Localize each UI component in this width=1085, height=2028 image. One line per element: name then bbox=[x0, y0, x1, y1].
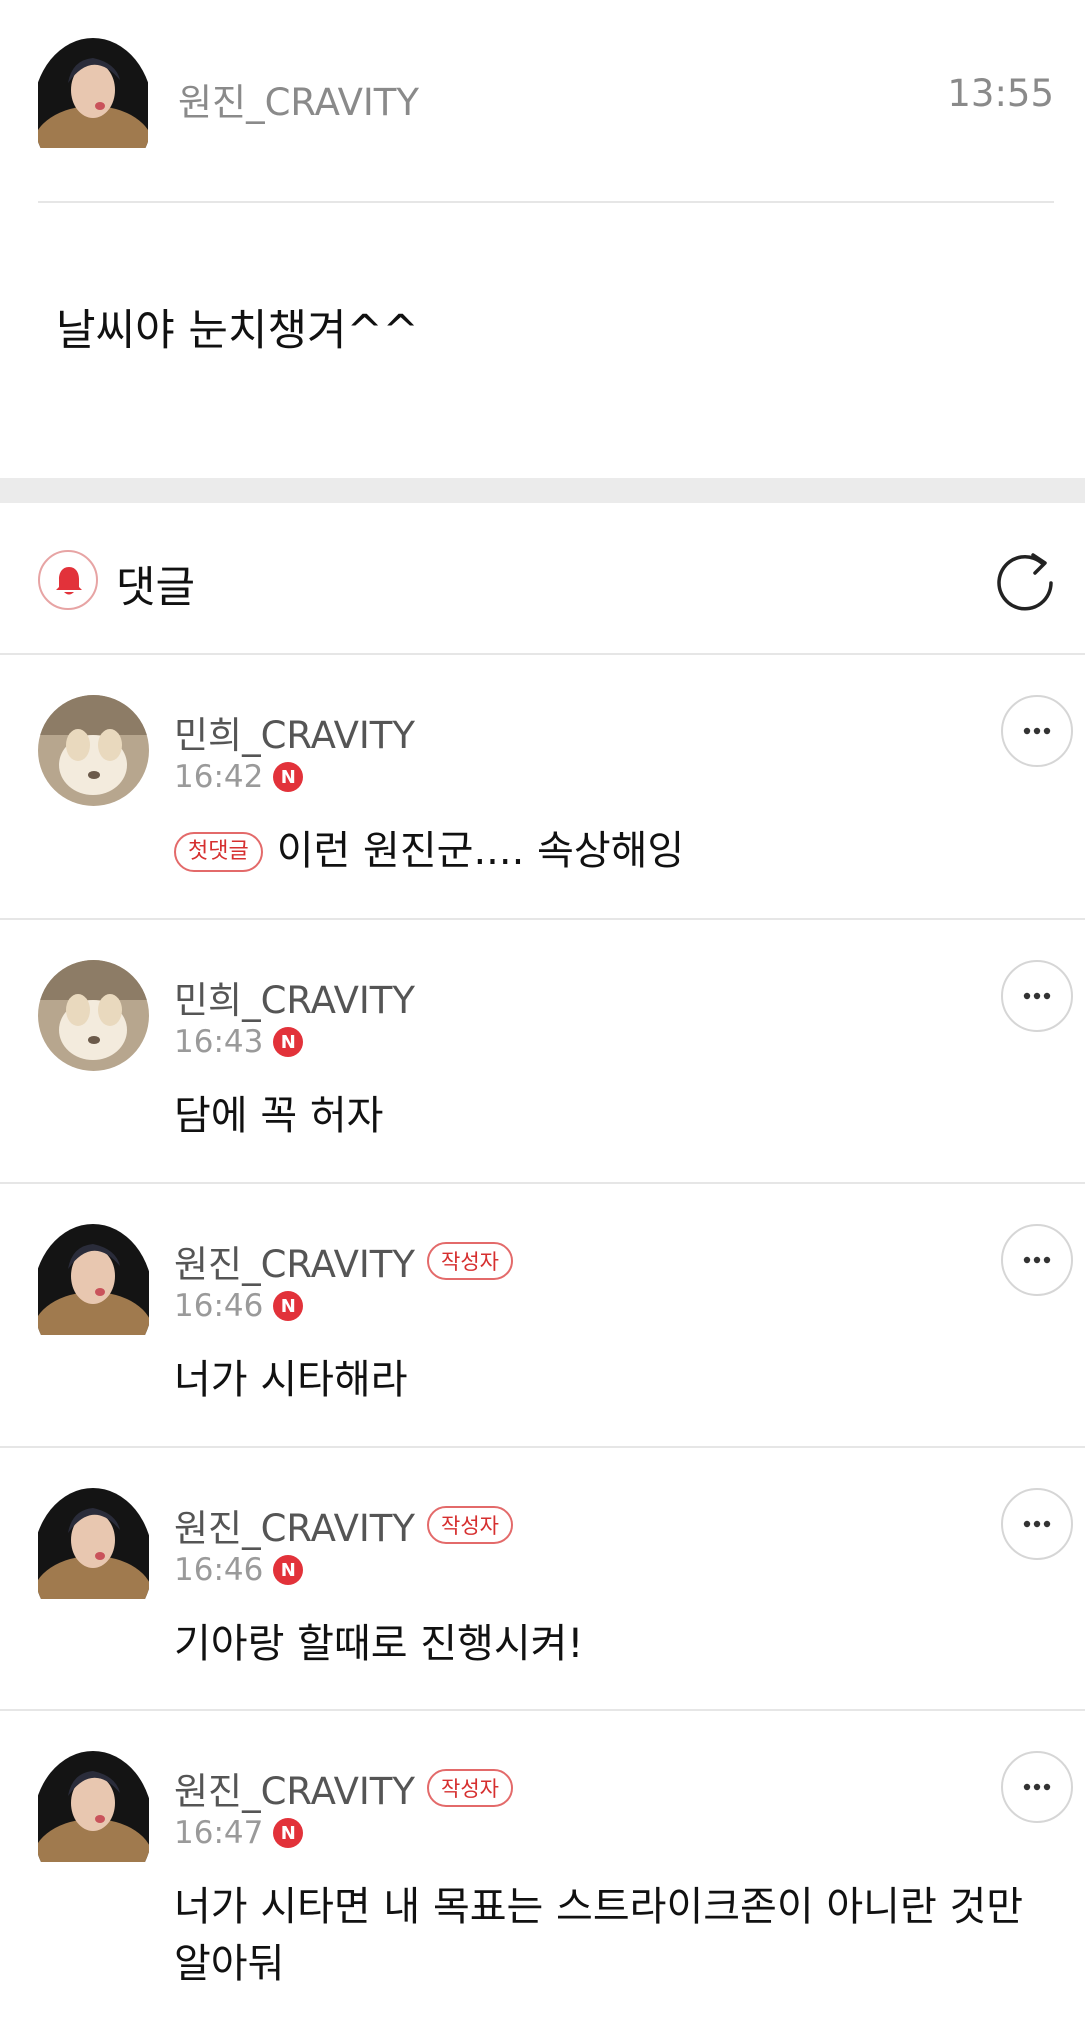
commenter-name[interactable]: 원진_CRAVITY bbox=[174, 1234, 415, 1288]
commenter-name[interactable]: 민희_CRAVITY bbox=[174, 970, 415, 1024]
comment-text: 이런 원진군.... 속상해잉 bbox=[276, 828, 685, 874]
refresh-icon[interactable] bbox=[995, 549, 1057, 611]
new-badge: N bbox=[273, 1818, 304, 1848]
author-badge: 작성자 bbox=[427, 1769, 513, 1807]
new-badge: N bbox=[273, 1291, 304, 1321]
comment-item: 원진_CRAVITY 작성자 16:46 N 너가 시타해라 bbox=[0, 1184, 1085, 1448]
commenter-avatar[interactable] bbox=[38, 960, 149, 1071]
comment-item: 민희_CRAVITY 16:42 N 첫댓글 이런 원진군.... 속상해잉 bbox=[0, 655, 1085, 920]
comment-text: 담에 꼭 허자 bbox=[174, 1093, 384, 1139]
section-divider bbox=[0, 478, 1085, 503]
bell-icon[interactable] bbox=[38, 550, 98, 610]
comment-text: 너가 시타해라 bbox=[174, 1357, 408, 1403]
commenter-avatar[interactable] bbox=[38, 695, 149, 806]
more-icon bbox=[1023, 1256, 1051, 1264]
more-options-button[interactable] bbox=[1001, 1224, 1073, 1296]
author-badge: 작성자 bbox=[427, 1242, 513, 1280]
comment-time: 16:47 bbox=[174, 1815, 264, 1851]
post-body-text: 날씨야 눈치챙겨^^ bbox=[56, 306, 419, 356]
more-icon bbox=[1023, 1783, 1051, 1791]
comment-item: 민희_CRAVITY 16:43 N 담에 꼭 허자 bbox=[0, 920, 1085, 1184]
post-author-name[interactable]: 원진_CRAVITY bbox=[178, 72, 419, 126]
comment-time: 16:46 bbox=[174, 1552, 264, 1588]
more-icon bbox=[1023, 992, 1051, 1000]
comment-text: 기아랑 할때로 진행시켜! bbox=[174, 1621, 584, 1667]
comment-item: 원진_CRAVITY 작성자 16:46 N 기아랑 할때로 진행시켜! bbox=[0, 1448, 1085, 1711]
comment-item: 원진_CRAVITY 작성자 16:47 N 너가 시타면 내 목표는 스트라이… bbox=[0, 1711, 1085, 2028]
commenter-avatar[interactable] bbox=[38, 1751, 149, 1862]
commenter-name[interactable]: 민희_CRAVITY bbox=[174, 705, 415, 759]
more-icon bbox=[1023, 1520, 1051, 1528]
comment-time: 16:46 bbox=[174, 1288, 264, 1324]
more-options-button[interactable] bbox=[1001, 1488, 1073, 1560]
comment-time: 16:42 bbox=[174, 759, 264, 795]
post-header: 원진_CRAVITY 13:55 bbox=[38, 38, 1054, 202]
commenter-name[interactable]: 원진_CRAVITY bbox=[174, 1498, 415, 1552]
commenter-avatar[interactable] bbox=[38, 1224, 149, 1335]
comment-text: 너가 시타면 내 목표는 스트라이크존이 아니란 것만 알아둬 bbox=[174, 1884, 1024, 1987]
comments-title: 댓글 bbox=[116, 563, 196, 613]
new-badge: N bbox=[273, 1027, 304, 1057]
more-options-button[interactable] bbox=[1001, 960, 1073, 1032]
new-badge: N bbox=[273, 1555, 304, 1585]
post-time: 13:55 bbox=[947, 72, 1054, 115]
new-badge: N bbox=[273, 762, 304, 792]
first-comment-badge: 첫댓글 bbox=[174, 831, 263, 872]
post-author-avatar[interactable] bbox=[38, 38, 148, 148]
more-options-button[interactable] bbox=[1001, 1751, 1073, 1823]
more-options-button[interactable] bbox=[1001, 695, 1073, 767]
more-icon bbox=[1023, 727, 1051, 735]
comment-time: 16:43 bbox=[174, 1024, 264, 1060]
commenter-name[interactable]: 원진_CRAVITY bbox=[174, 1761, 415, 1815]
author-badge: 작성자 bbox=[427, 1506, 513, 1544]
comments-header: 댓글 bbox=[0, 503, 1085, 655]
commenter-avatar[interactable] bbox=[38, 1488, 149, 1599]
divider bbox=[38, 201, 1054, 203]
